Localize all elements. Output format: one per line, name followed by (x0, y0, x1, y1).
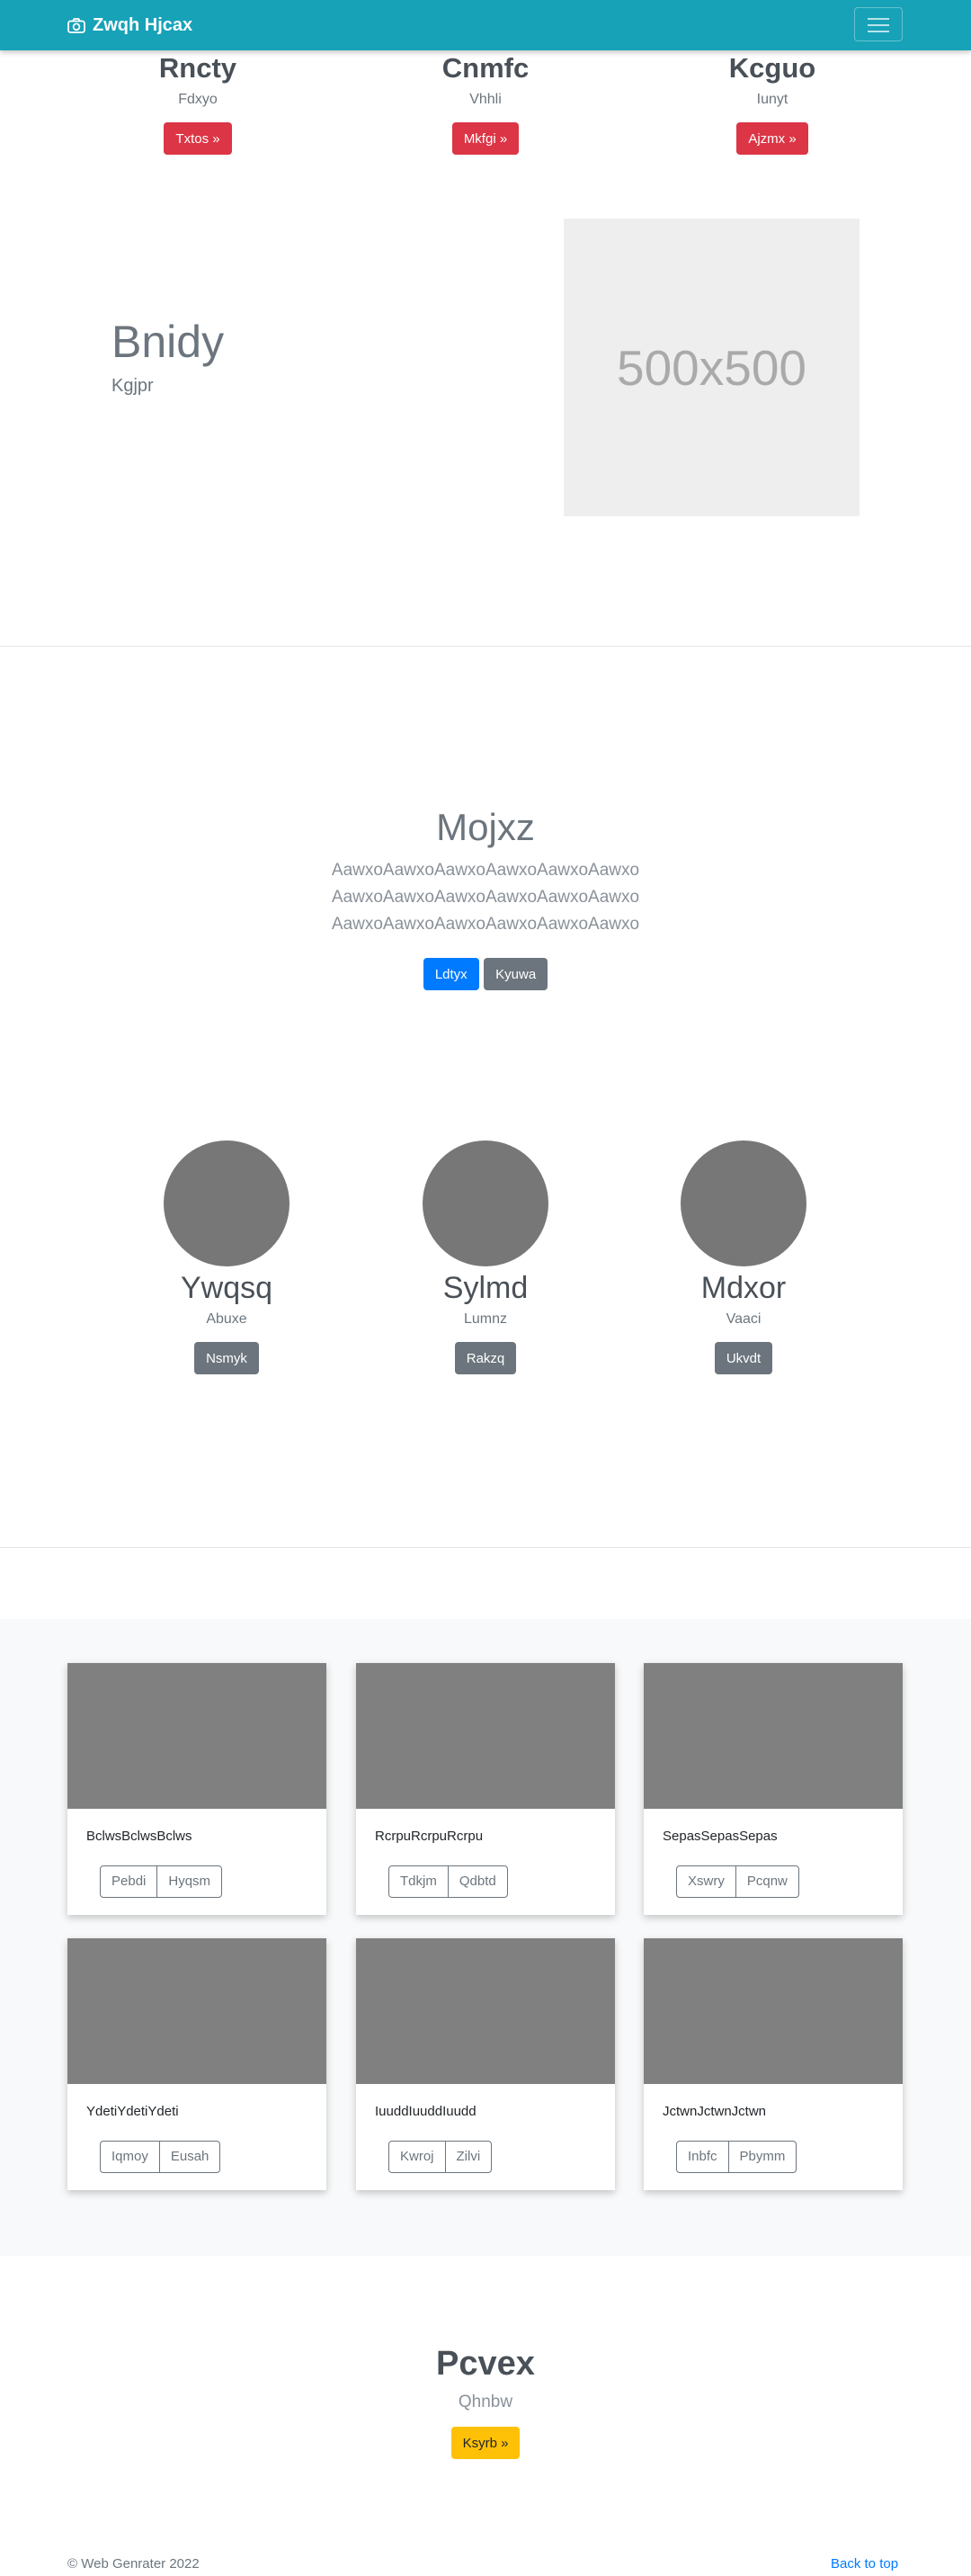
team-role: Abuxe (206, 1311, 247, 1327)
column-subtitle: Vhhli (469, 92, 502, 107)
team-name: Mdxor (700, 1271, 787, 1305)
album-card: RcrpuRcrpuRcrpu Tdkjm Qdbtd (356, 1663, 615, 1915)
divider (0, 1547, 971, 1548)
cta-title: Pcvex (436, 2345, 535, 2383)
column-subtitle: Iunyt (756, 92, 788, 107)
card-button-group: Kwroj Zilvi (388, 2141, 493, 2173)
card-button[interactable]: Eusah (158, 2141, 221, 2173)
card-button-group: Pebdi Hyqsm (100, 1865, 223, 1898)
album-card: SepasSepasSepas Xswry Pcqnw (644, 1663, 903, 1915)
card-button[interactable]: Hyqsm (156, 1865, 223, 1898)
column-button[interactable]: Mkfgi » (451, 122, 520, 155)
card-text: IuuddIuuddIuudd (375, 2104, 477, 2119)
card-thumbnail (644, 1663, 903, 1809)
camera-icon (67, 17, 85, 33)
cta-subtitle: Qhnbw (458, 2393, 513, 2411)
card-button-group: Iqmoy Eusah (100, 2141, 221, 2173)
card-text: RcrpuRcrpuRcrpu (375, 1829, 484, 1844)
card-button-group: Tdkjm Qdbtd (388, 1865, 508, 1898)
card-button[interactable]: Inbfc (676, 2141, 729, 2173)
card-button[interactable]: Pebdi (100, 1865, 158, 1898)
team-role: Lumnz (463, 1311, 508, 1327)
team-name: Sylmd (442, 1271, 529, 1305)
card-button-group: Inbfc Pbymm (676, 2141, 797, 2173)
footer-copyright: © Web Genrater 2022 (67, 2556, 200, 2572)
card-button[interactable]: Kwroj (388, 2141, 446, 2173)
card-thumbnail (644, 1938, 903, 2084)
album-card: YdetiYdetiYdeti Iqmoy Eusah (67, 1938, 326, 2190)
feature-subtitle: Kgjpr (111, 376, 154, 396)
column-title: Rncty (158, 52, 237, 84)
cta-section: Pcvex Qhnbw Ksyrb » (0, 2342, 971, 2459)
team-button[interactable]: Rakzq (454, 1342, 517, 1374)
column-3: Kcguo Iunyt Ajzmx » (682, 50, 862, 155)
card-text: YdetiYdetiYdeti (86, 2104, 179, 2119)
jumbotron-line: AawxoAawxoAawxoAawxoAawxoAawxo (331, 888, 640, 907)
divider (0, 646, 971, 647)
album-card: JctwnJctwnJctwn Inbfc Pbymm (644, 1938, 903, 2190)
card-text: SepasSepasSepas (663, 1829, 778, 1844)
album-card: BclwsBclwsBclws Pebdi Hyqsm (67, 1663, 326, 1915)
column-2: Cnmfc Vhhli Mkfgi » (396, 50, 575, 155)
navbar-toggler[interactable] (854, 7, 903, 41)
team-member: Mdxor Vaaci Ukvdt (645, 1140, 842, 1374)
team-button[interactable]: Nsmyk (194, 1342, 259, 1374)
jumbotron: Mojxz AawxoAawxoAawxoAawxoAawxoAawxo Aaw… (0, 803, 971, 990)
card-thumbnail (67, 1938, 326, 2084)
card-text: JctwnJctwnJctwn (663, 2104, 767, 2119)
card-thumbnail (67, 1663, 326, 1809)
card-thumbnail (356, 1663, 615, 1809)
team-button[interactable]: Ukvdt (714, 1342, 773, 1374)
feature-image-placeholder: 500x500 (564, 219, 860, 516)
back-to-top-link[interactable]: Back to top (831, 2556, 898, 2572)
navbar-brand[interactable]: Zwqh Hjcax (67, 13, 192, 38)
column-title: Kcguo (728, 52, 816, 84)
jumbotron-line: AawxoAawxoAawxoAawxoAawxoAawxo (331, 861, 640, 880)
avatar (423, 1140, 548, 1266)
card-button[interactable]: Zilvi (444, 2141, 493, 2173)
card-button[interactable]: Qdbtd (447, 1865, 508, 1898)
image-label: 500x500 (616, 339, 807, 396)
column-title: Cnmfc (441, 52, 530, 84)
avatar (164, 1140, 290, 1266)
card-button[interactable]: Iqmoy (100, 2141, 160, 2173)
card-thumbnail (356, 1938, 615, 2084)
hamburger-icon (868, 18, 889, 20)
column-subtitle: Fdxyo (178, 92, 218, 107)
navbar: Zwqh Hjcax (0, 0, 971, 50)
column-button[interactable]: Ajzmx » (736, 122, 808, 155)
feature-title: Bnidy (111, 317, 225, 367)
column-button[interactable]: Txtos » (164, 122, 232, 155)
jumbotron-secondary-button[interactable]: Kyuwa (484, 958, 548, 990)
team-role: Vaaci (726, 1311, 762, 1327)
card-button[interactable]: Tdkjm (388, 1865, 449, 1898)
team-member: Sylmd Lumnz Rakzq (387, 1140, 584, 1374)
team-member: Ywqsq Abuxe Nsmyk (128, 1140, 325, 1374)
avatar (681, 1140, 806, 1266)
card-button-group: Xswry Pcqnw (676, 1865, 799, 1898)
jumbotron-line: AawxoAawxoAawxoAawxoAawxoAawxo (331, 915, 640, 934)
jumbotron-primary-button[interactable]: Ldtyx (423, 958, 479, 990)
card-text: BclwsBclwsBclws (86, 1829, 192, 1844)
cta-button[interactable]: Ksyrb » (450, 2427, 521, 2459)
card-button[interactable]: Pcqnw (735, 1865, 799, 1898)
card-button[interactable]: Pbymm (727, 2141, 797, 2173)
column-1: Rncty Fdxyo Txtos » (108, 50, 288, 155)
album-card: IuuddIuuddIuudd Kwroj Zilvi (356, 1938, 615, 2190)
brand-label: Zwqh Hjcax (93, 14, 193, 35)
jumbotron-title: Mojxz (436, 806, 535, 848)
team-name: Ywqsq (180, 1271, 273, 1305)
card-button[interactable]: Xswry (676, 1865, 736, 1898)
